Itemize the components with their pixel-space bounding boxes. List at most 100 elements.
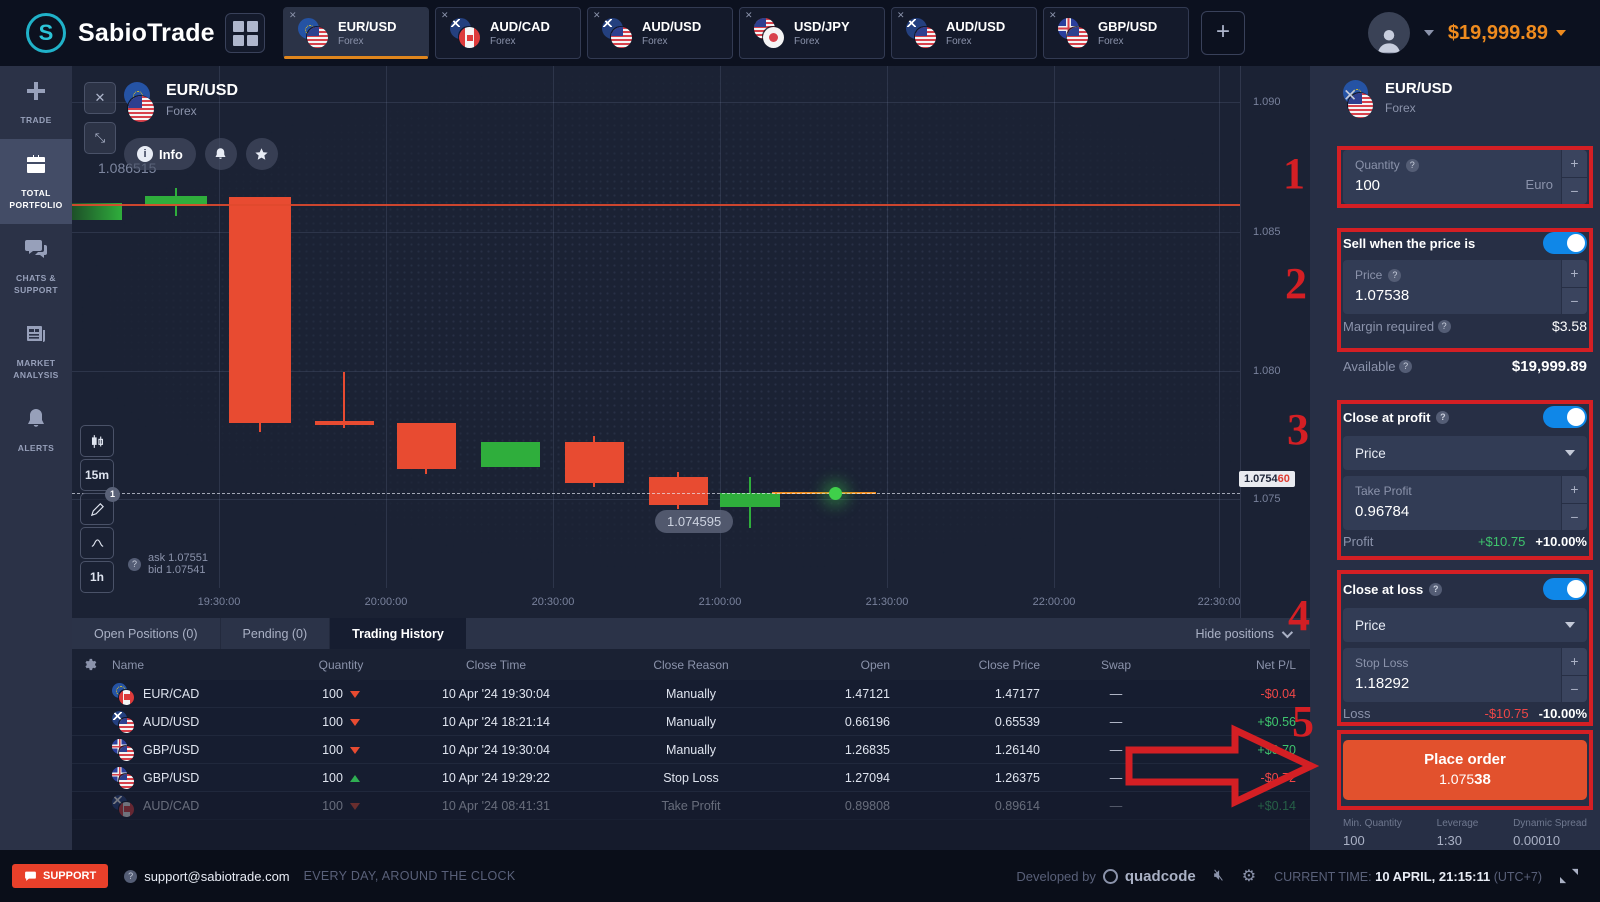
account-balance[interactable]: $19,999.89 <box>1448 22 1566 45</box>
order-price-field[interactable]: Price? 1.07538 +− <box>1343 260 1587 314</box>
chart-type-button[interactable] <box>80 425 114 457</box>
collapse-icon[interactable] <box>1560 867 1578 885</box>
timeframe-15m-button[interactable]: 15m <box>80 459 114 491</box>
logo-icon <box>26 13 66 53</box>
alert-bell-button[interactable] <box>205 138 237 170</box>
support-button[interactable]: SUPPORT <box>12 864 108 888</box>
instrument-tab-gbp-usd[interactable]: ✕GBP/USDForex <box>1043 7 1189 59</box>
close-tab-icon[interactable]: ✕ <box>745 10 753 21</box>
draw-tool-button[interactable]: 1 <box>80 493 114 525</box>
instrument-tab-aud-usd[interactable]: ✕AUD/USDForex <box>891 7 1037 59</box>
positions-tab-open-positions-[interactable]: Open Positions (0) <box>72 618 221 649</box>
add-instrument-button[interactable]: + <box>1201 11 1245 55</box>
close-tab-icon[interactable]: ✕ <box>1049 10 1057 21</box>
profit-result-row: Profit +$10.75 +10.00% <box>1343 534 1587 549</box>
resize-chart-button[interactable]: ⤡ <box>84 122 116 154</box>
us-flag-icon <box>1067 27 1088 48</box>
indicator-tool-button[interactable] <box>80 527 114 559</box>
loss-result-row: Loss -$10.75 -10.00% <box>1343 706 1587 721</box>
instrument-tab-usd-jpy[interactable]: ✕USD/JPYForex <box>739 7 885 59</box>
help-icon[interactable]: ? <box>128 558 141 571</box>
time-tick-label: 21:00:00 <box>699 596 742 608</box>
table-row[interactable]: AUD/CAD10010 Apr '24 08:41:31Take Profit… <box>72 792 1310 820</box>
help-icon[interactable]: ? <box>1399 360 1412 373</box>
take-profit-field[interactable]: Take Profit 0.96784 +− <box>1343 476 1587 530</box>
close-at-profit-toggle[interactable] <box>1543 406 1587 428</box>
close-chart-button[interactable]: ✕ <box>84 82 116 114</box>
column-header-quantity: Quantity <box>286 658 396 672</box>
help-icon[interactable]: ? <box>1429 583 1442 596</box>
available-row: Available ? $19,999.89 <box>1343 358 1587 375</box>
price-axis[interactable]: 1.075460 1.0901.0851.0801.075 <box>1240 66 1310 618</box>
swap-value: — <box>1108 743 1125 757</box>
sidebar-item-market-analysis[interactable]: MARKET ANALYSIS <box>0 309 72 394</box>
table-row[interactable]: GBP/USD10010 Apr '24 19:29:22Stop Loss1.… <box>72 764 1310 792</box>
quantity-decrease-button[interactable]: − <box>1562 178 1587 205</box>
settings-gear-icon[interactable]: ⚙ <box>1242 866 1256 886</box>
place-order-button[interactable]: Place order 1.07538 <box>1343 740 1587 800</box>
table-row[interactable]: EUR/CAD10010 Apr '24 19:30:04Manually1.4… <box>72 680 1310 708</box>
tab-type-label: Forex <box>642 36 701 47</box>
stop-loss-field[interactable]: Stop Loss 1.18292 +− <box>1343 648 1587 702</box>
sidebar-item-trade[interactable]: TRADE <box>0 66 72 139</box>
hide-positions-button[interactable]: Hide positions <box>1195 618 1310 649</box>
table-row[interactable]: AUD/USD10010 Apr '24 18:21:14Manually0.6… <box>72 708 1310 736</box>
apps-grid-button[interactable] <box>225 13 265 53</box>
chart-canvas[interactable]: ✕ ⤡ EUR/USD Forex 1.086515 iInfo 15m 1 1… <box>72 66 1240 618</box>
help-icon[interactable]: ? <box>1436 411 1449 424</box>
close-at-loss-toggle[interactable] <box>1543 578 1587 600</box>
help-icon[interactable]: ? <box>1388 269 1401 282</box>
table-row[interactable]: GBP/USD10010 Apr '24 19:30:04Manually1.2… <box>72 736 1310 764</box>
eur-usd-flags-icon <box>124 82 154 122</box>
developed-by-label: Developed by <box>1016 869 1096 884</box>
stop-loss-decrease-button[interactable]: − <box>1562 676 1587 703</box>
close-order-panel-icon[interactable]: ✕ <box>1343 86 1587 106</box>
avatar-caret-icon[interactable] <box>1424 30 1434 36</box>
avatar[interactable] <box>1368 12 1410 54</box>
sidebar-item-alerts[interactable]: ALERTS <box>0 394 72 467</box>
instrument-tab-aud-cad[interactable]: ✕AUD/CADForex <box>435 7 581 59</box>
swap-value: — <box>1108 771 1125 785</box>
briefcase-icon <box>24 152 48 181</box>
support-email[interactable]: ? support@sabiotrade.com <box>124 869 289 884</box>
sell-when-toggle[interactable] <box>1543 232 1587 254</box>
positions-tab-trading-history[interactable]: Trading History <box>330 618 466 649</box>
instrument-tab-aud-usd[interactable]: ✕ AUD/USD Forex <box>587 7 733 59</box>
column-header-close-price: Close Price <box>896 658 1046 672</box>
tab-pair-label: AUD/USD <box>642 19 701 34</box>
row-pair-name: AUD/CAD <box>143 799 199 813</box>
close-tab-icon[interactable]: ✕ <box>289 10 297 21</box>
pair-flags-icon <box>112 795 134 817</box>
sidebar-item-chats-support[interactable]: CHATS & SUPPORT <box>0 224 72 309</box>
favorite-star-button[interactable] <box>246 138 278 170</box>
pair-flags-icon <box>112 683 134 705</box>
take-profit-decrease-button[interactable]: − <box>1562 504 1587 531</box>
quantity-field[interactable]: Quantity? 100Euro +− <box>1343 150 1587 204</box>
sidebar-item-total-portfolio[interactable]: TOTAL PORTFOLIO <box>0 139 72 224</box>
price-decrease-button[interactable]: − <box>1562 288 1587 315</box>
close-tab-icon[interactable]: ✕ <box>441 10 449 21</box>
news-icon <box>24 322 48 351</box>
chart-instrument-header: EUR/USD Forex <box>124 82 238 122</box>
stop-loss-increase-button[interactable]: + <box>1562 648 1587 676</box>
timeframe-1h-button[interactable]: 1h <box>80 561 114 593</box>
help-icon[interactable]: ? <box>1438 320 1451 333</box>
instrument-tab-eur-usd[interactable]: ✕EUR/USDForex <box>283 7 429 59</box>
sound-muted-icon[interactable]: 🔇︎ <box>1214 867 1224 885</box>
help-icon[interactable]: ? <box>1406 159 1419 172</box>
price-increase-button[interactable]: + <box>1562 260 1587 288</box>
info-button[interactable]: iInfo <box>124 138 196 170</box>
support-label: SUPPORT <box>43 870 96 882</box>
take-profit-increase-button[interactable]: + <box>1562 476 1587 504</box>
logo-wordmark: SabioTrade <box>78 19 215 48</box>
loss-label: Loss <box>1343 706 1370 721</box>
entry-price-line <box>72 204 1240 206</box>
close-tab-icon[interactable]: ✕ <box>593 10 601 21</box>
time-tick-label: 22:30:00 <box>1198 596 1240 608</box>
profit-mode-select[interactable]: Price <box>1343 436 1587 470</box>
quantity-increase-button[interactable]: + <box>1562 150 1587 178</box>
close-tab-icon[interactable]: ✕ <box>897 10 905 21</box>
table-settings-gear-icon[interactable] <box>72 657 106 672</box>
positions-tab-pending-[interactable]: Pending (0) <box>221 618 331 649</box>
loss-mode-select[interactable]: Price <box>1343 608 1587 642</box>
